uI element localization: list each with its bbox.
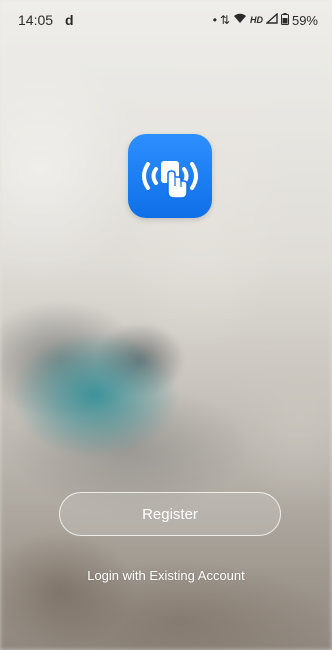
data-arrows-icon: ⇅ [219,13,230,27]
background-overlay [0,0,332,650]
wifi-icon [233,13,247,27]
remote-touch-icon [142,161,198,199]
status-time: 14:05 [18,12,54,28]
app-logo [128,134,212,218]
status-left: 14:05 d [18,12,74,28]
signal-icon [265,12,278,27]
battery-icon [280,12,289,28]
welcome-screen: 14:05 d • ⇅ HD 59% Register Login with E… [0,0,332,650]
register-button[interactable]: Register [59,492,281,536]
login-existing-account-link[interactable]: Login with Existing Account [0,568,332,583]
hd-label: HD [249,15,263,25]
status-right: • ⇅ HD 59% [212,12,318,28]
battery-percentage: 59% [291,12,318,28]
status-bar: 14:05 d • ⇅ HD 59% [0,0,332,40]
dot-icon: • [212,13,217,27]
notification-app-icon: d [65,12,74,28]
